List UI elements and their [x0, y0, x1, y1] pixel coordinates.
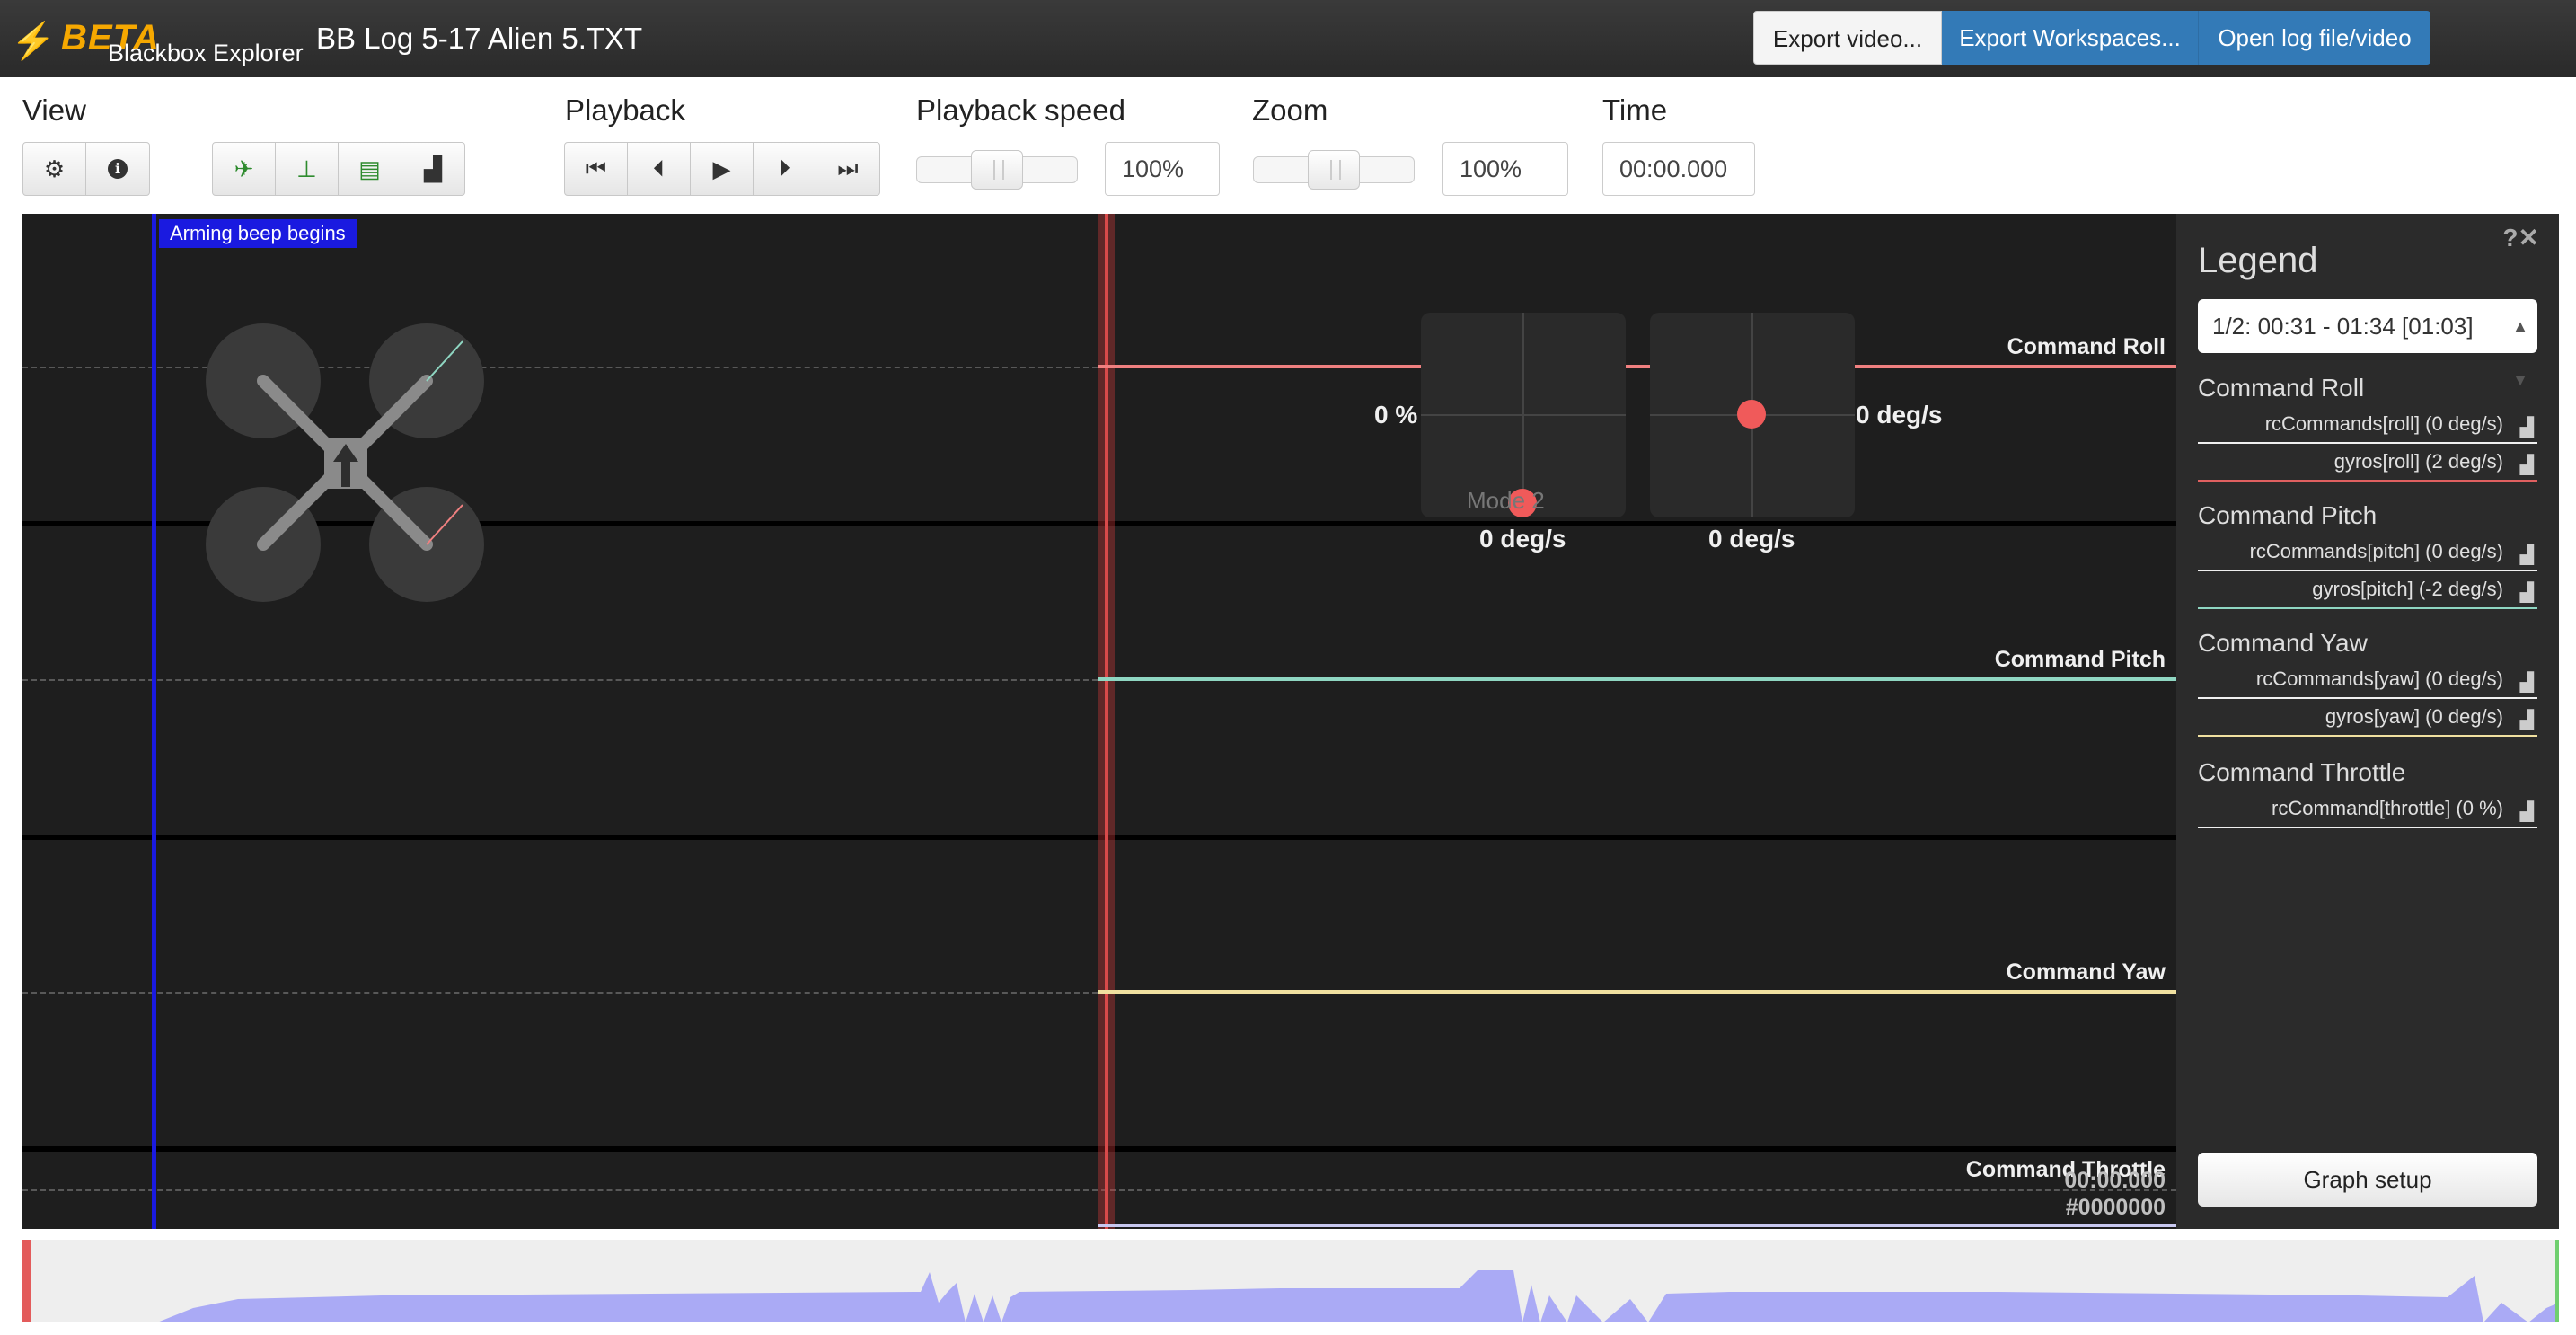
skip-to-end-icon[interactable]: ⏭: [816, 143, 879, 195]
playback-speed-field[interactable]: 100%: [1105, 142, 1220, 196]
top-bar: ⚡ BETA Blackbox Explorer BB Log 5-17 Ali…: [0, 0, 2576, 77]
arming-event-label: Arming beep begins: [159, 219, 357, 248]
legend-group-pitch: Command Pitch: [2198, 501, 2378, 529]
view-toggles-group: ✈ ⊥ ▤ ▟: [212, 142, 465, 196]
command-roll-label: Command Roll: [2007, 334, 2166, 359]
right-stick-roll-value: 0 deg/s: [1708, 525, 1795, 553]
seek-bar[interactable]: [22, 1240, 2559, 1322]
left-stick-throttle-value: 0 %: [1374, 401, 1418, 429]
legend-item[interactable]: gyros[roll] (2 deg/s) ▟: [2198, 446, 2537, 482]
log-range-select-value: 1/2: 00:31 - 01:34 [01:03]: [2212, 313, 2474, 340]
export-video-button[interactable]: Export video...: [1753, 11, 1942, 65]
craft-icon: [206, 323, 484, 602]
log-file-title: BB Log 5-17 Alien 5.TXT: [316, 22, 643, 55]
zoom-label: Zoom: [1252, 93, 1328, 127]
legend-item-label: rcCommands[yaw] (0 deg/s): [2255, 668, 2503, 690]
craft-icon[interactable]: ✈: [213, 143, 276, 195]
right-stick-pitch-value: 0 deg/s: [1856, 401, 1943, 429]
lightning-bolt-icon: ⚡: [11, 22, 56, 61]
playback-speed-slider[interactable]: [916, 150, 1078, 190]
command-yaw-trace: [1098, 990, 2176, 994]
view-options-group: ⚙ i: [22, 142, 150, 196]
seek-end-marker[interactable]: [2555, 1240, 2559, 1322]
info-icon[interactable]: i: [86, 143, 149, 195]
command-yaw-label: Command Yaw: [2006, 959, 2166, 985]
analyser-icon[interactable]: ▟: [2520, 411, 2534, 444]
analyser-icon[interactable]: ▟: [401, 143, 464, 195]
legend-help-close-icon[interactable]: ?✕: [2502, 223, 2539, 252]
left-stick-yaw-value: 0 deg/s: [1479, 525, 1566, 553]
log-range-select[interactable]: 1/2: 00:31 - 01:34 [01:03] ▲ ▼: [2198, 299, 2537, 389]
gear-icon[interactable]: ⚙: [23, 143, 86, 195]
app-logo: ⚡ BETA Blackbox Explorer: [7, 13, 304, 66]
time-label: Time: [1602, 93, 1668, 127]
command-throttle-trace: [1098, 1224, 2176, 1227]
playback-speed-label: Playback speed: [916, 93, 1125, 127]
analyser-icon[interactable]: ▟: [2520, 577, 2534, 609]
graph-time-readout: 00:00.000: [2064, 1168, 2166, 1193]
legend-group-roll: Command Roll: [2198, 374, 2365, 402]
analyser-icon[interactable]: ▟: [2520, 704, 2534, 737]
analyser-icon[interactable]: ▟: [2520, 449, 2534, 482]
legend-group-yaw: Command Yaw: [2198, 629, 2368, 657]
step-forward-icon[interactable]: ⏵: [754, 143, 816, 195]
legend-item-label: gyros[yaw] (0 deg/s): [2325, 705, 2503, 728]
legend-panel: ?✕ Legend 1/2: 00:31 - 01:34 [01:03] ▲ ▼ …: [2176, 214, 2559, 1229]
log-graph-canvas[interactable]: Arming beep begins Command Roll Command …: [22, 214, 2176, 1229]
seek-bar-throttle-profile: [22, 1270, 2559, 1322]
legend-item[interactable]: gyros[pitch] (-2 deg/s) ▟: [2198, 573, 2537, 609]
zoom-field[interactable]: 100%: [1442, 142, 1568, 196]
legend-item-label: rcCommands[roll] (0 deg/s): [2264, 412, 2503, 435]
command-roll-trace: [1098, 365, 2176, 368]
app-subtitle: Blackbox Explorer: [108, 40, 304, 66]
legend-item[interactable]: rcCommands[roll] (0 deg/s) ▟: [2198, 408, 2537, 444]
legend-item[interactable]: gyros[yaw] (0 deg/s) ▟: [2198, 701, 2537, 737]
zoom-slider[interactable]: [1253, 150, 1415, 190]
time-field[interactable]: 00:00.000: [1602, 142, 1755, 196]
export-workspaces-button[interactable]: Export Workspaces...: [1942, 11, 2199, 65]
playback-controls-group: ⏮ ⏴ ▶ ⏵ ⏭: [564, 142, 880, 196]
skip-to-start-icon[interactable]: ⏮: [565, 143, 628, 195]
select-arrows-icon: ▲ ▼: [2512, 317, 2528, 389]
legend-item-label: gyros[roll] (2 deg/s): [2333, 450, 2503, 473]
command-pitch-trace: [1098, 677, 2176, 681]
legend-item[interactable]: rcCommands[pitch] (0 deg/s) ▟: [2198, 535, 2537, 571]
legend-item-label: rcCommands[pitch] (0 deg/s): [2249, 540, 2503, 562]
playback-label: Playback: [565, 93, 685, 127]
analyser-icon[interactable]: ▟: [2520, 667, 2534, 699]
analyser-icon[interactable]: ▟: [2520, 539, 2534, 571]
graph-frame-readout: #0000000: [2065, 1195, 2166, 1220]
legend-group-throttle: Command Throttle: [2198, 758, 2406, 786]
sticks-icon[interactable]: ⊥: [276, 143, 339, 195]
seek-start-marker[interactable]: [22, 1240, 31, 1322]
arming-event-marker: [152, 214, 156, 1229]
zoom-slider-thumb[interactable]: [1308, 150, 1360, 190]
legend-item-label: rcCommand[throttle] (0 %): [2272, 797, 2503, 819]
playback-speed-slider-thumb[interactable]: [971, 150, 1023, 190]
legend-item[interactable]: rcCommands[yaw] (0 deg/s) ▟: [2198, 663, 2537, 699]
table-icon[interactable]: ▤: [339, 143, 401, 195]
graph-setup-button[interactable]: Graph setup: [2198, 1153, 2537, 1207]
open-log-button[interactable]: Open log file/video: [2199, 11, 2430, 65]
step-back-icon[interactable]: ⏴: [628, 143, 691, 195]
legend-item-label: gyros[pitch] (-2 deg/s): [2312, 578, 2503, 600]
view-label: View: [22, 93, 86, 127]
stick-mode-label: Mode 2: [1467, 487, 1545, 514]
command-pitch-label: Command Pitch: [1994, 647, 2166, 672]
legend-title: Legend: [2198, 241, 2318, 280]
play-icon[interactable]: ▶: [691, 143, 754, 195]
legend-item[interactable]: rcCommand[throttle] (0 %) ▟: [2198, 792, 2537, 828]
right-stick-position: [1737, 400, 1766, 429]
analyser-icon[interactable]: ▟: [2520, 796, 2534, 828]
right-stick-box: [1650, 313, 1855, 517]
